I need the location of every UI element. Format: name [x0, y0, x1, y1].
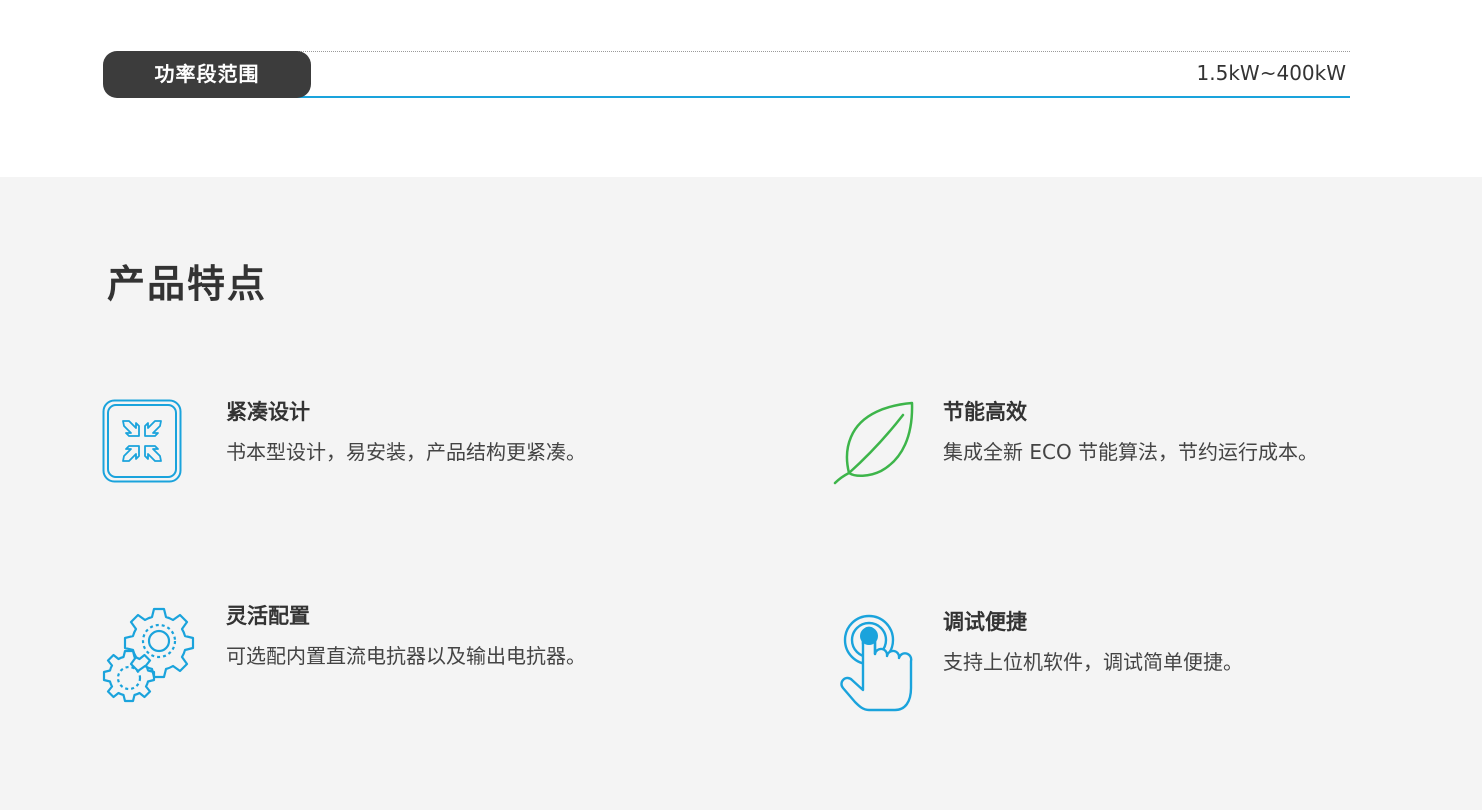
feature-title: 节能高效 [943, 400, 1027, 424]
leaf-icon [819, 399, 914, 499]
feature-description: 支持上位机软件，调试简单便捷。 [943, 650, 1243, 674]
feature-compact-design: 紧凑设计 书本型设计，易安装，产品结构更紧凑。 [102, 399, 722, 509]
spec-value: 1.5kW~400kW [1196, 61, 1346, 85]
touch-hand-icon [819, 614, 913, 714]
feature-easy-debugging: 调试便捷 支持上位机软件，调试简单便捷。 [819, 610, 1439, 724]
feature-title: 灵活配置 [226, 604, 310, 628]
spec-dotted-rule [293, 51, 1350, 52]
spec-underline [293, 96, 1350, 98]
feature-description: 可选配内置直流电抗器以及输出电抗器。 [226, 644, 586, 668]
section-title: 产品特点 [107, 262, 268, 306]
power-range-spec-row: 功率段范围 1.5kW~400kW [103, 51, 1350, 98]
spec-label: 功率段范围 [103, 51, 311, 98]
feature-energy-efficient: 节能高效 集成全新 ECO 节能算法，节约运行成本。 [819, 399, 1439, 509]
gears-icon [102, 607, 195, 707]
feature-description: 集成全新 ECO 节能算法，节约运行成本。 [943, 440, 1319, 464]
product-features-section: 产品特点 紧凑设计 书本型设计，易安装，产品结构更紧凑。 节能高效 集成全新 E… [0, 177, 1482, 810]
feature-title: 调试便捷 [943, 610, 1027, 634]
feature-flexible-config: 灵活配置 可选配内置直流电抗器以及输出电抗器。 [102, 604, 722, 717]
feature-description: 书本型设计，易安装，产品结构更紧凑。 [226, 440, 586, 464]
feature-title: 紧凑设计 [226, 400, 310, 424]
compact-arrows-icon [102, 399, 192, 499]
